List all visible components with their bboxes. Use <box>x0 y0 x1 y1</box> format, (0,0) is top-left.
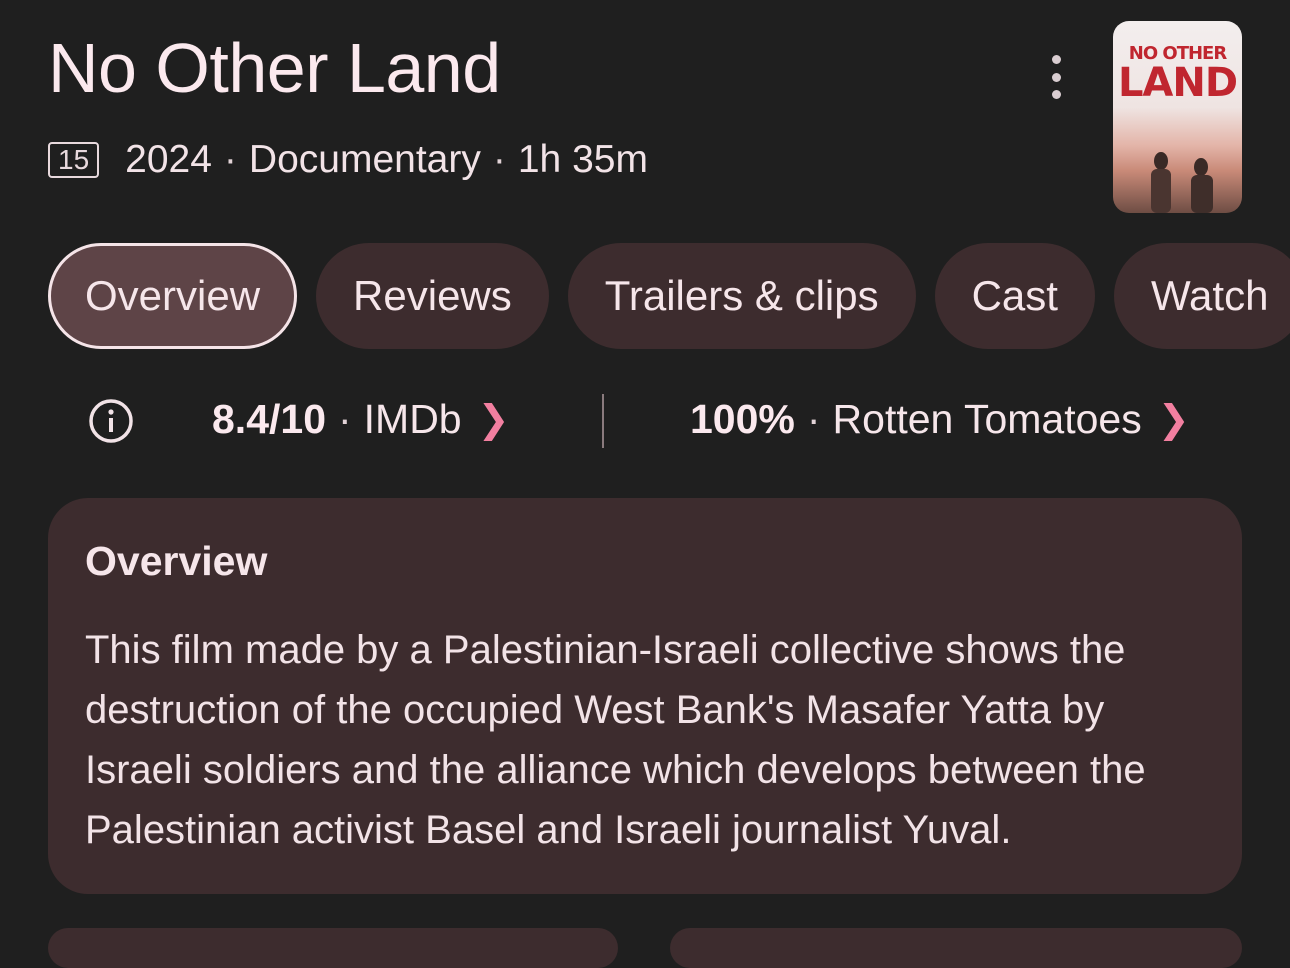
meta-separator: · <box>223 138 237 181</box>
overview-text: This film made by a Palestinian-Israeli … <box>85 628 1146 852</box>
overview-card: Overview This film made by a Palestinian… <box>48 498 1242 894</box>
next-card-left[interactable] <box>48 928 618 968</box>
chevron-right-icon: ❯ <box>477 399 510 441</box>
chevron-right-icon: ❯ <box>1157 399 1190 441</box>
rotten-tomatoes-score: 100% <box>690 396 795 442</box>
age-rating-badge: 15 <box>48 142 100 178</box>
release-year: 2024 <box>125 138 212 181</box>
next-card-right[interactable] <box>670 928 1242 968</box>
more-vert-icon[interactable] <box>1038 55 1074 99</box>
tab-cast[interactable]: Cast <box>934 243 1095 349</box>
movie-meta: 15 2024 · Documentary · 1h 35m <box>48 138 648 182</box>
movie-poster[interactable]: NO OTHER LAND <box>1113 21 1242 213</box>
imdb-score: 8.4/10 <box>212 396 326 442</box>
rating-separator: · <box>806 396 821 442</box>
imdb-source: IMDb <box>363 396 462 442</box>
tab-overview[interactable]: Overview <box>48 243 298 349</box>
rotten-tomatoes-rating-link[interactable]: 100% · Rotten Tomatoes ❯ <box>690 396 1190 443</box>
ratings-divider <box>602 394 604 448</box>
overview-heading: Overview <box>85 538 268 584</box>
info-icon[interactable] <box>88 398 134 444</box>
tab-reviews[interactable]: Reviews <box>316 243 549 349</box>
tab-bar: Overview Reviews Trailers & clips Cast W… <box>48 243 1290 351</box>
tab-trailers-clips[interactable]: Trailers & clips <box>567 243 916 349</box>
rotten-tomatoes-source: Rotten Tomatoes <box>832 396 1142 442</box>
movie-title: No Other Land <box>48 29 501 107</box>
tab-watch[interactable]: Watch <box>1113 243 1290 349</box>
poster-figures <box>1151 152 1213 213</box>
rating-separator: · <box>338 396 352 442</box>
ratings-row: 8.4/10 · IMDb ❯ 100% · Rotten Tomatoes ❯ <box>0 390 1290 450</box>
duration: 1h 35m <box>517 138 648 181</box>
genre: Documentary <box>248 138 481 181</box>
imdb-rating-link[interactable]: 8.4/10 · IMDb ❯ <box>212 396 509 443</box>
meta-separator: · <box>492 138 506 181</box>
